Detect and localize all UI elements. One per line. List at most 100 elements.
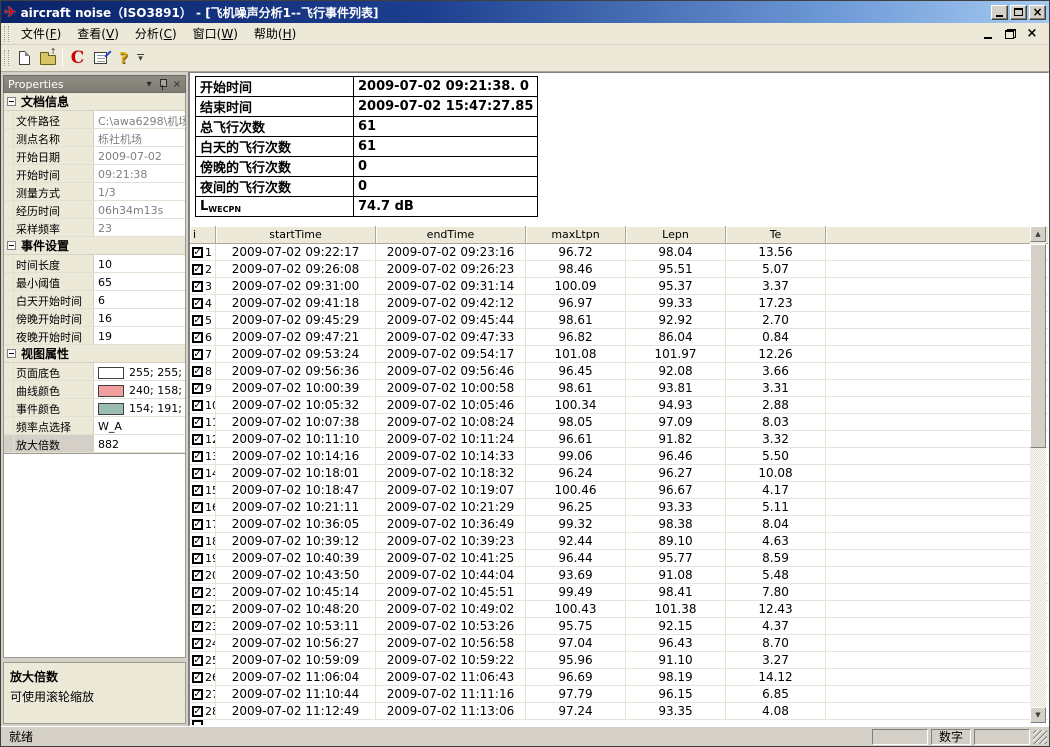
row-select-cell[interactable]: ✓13 bbox=[190, 448, 216, 464]
column-header-Lepn[interactable]: Lepn bbox=[626, 226, 726, 243]
table-row[interactable]: ✓222009-07-02 10:48:202009-07-02 10:49:0… bbox=[190, 601, 1048, 618]
panel-menu-button[interactable]: ▾ bbox=[147, 79, 152, 90]
checkbox-icon[interactable]: ✓ bbox=[192, 417, 203, 428]
properties-button[interactable] bbox=[89, 47, 112, 69]
open-file-button[interactable] bbox=[36, 47, 59, 69]
row-select-cell[interactable]: ✓21 bbox=[190, 584, 216, 600]
checkbox-icon[interactable]: ✓ bbox=[192, 247, 203, 258]
checkbox-icon[interactable]: ✓ bbox=[192, 434, 203, 445]
checkbox-icon[interactable]: ✓ bbox=[192, 298, 203, 309]
row-select-cell[interactable]: ✓17 bbox=[190, 516, 216, 532]
table-row[interactable]: ✓282009-07-02 11:12:492009-07-02 11:13:0… bbox=[190, 703, 1048, 720]
table-row[interactable]: ✓272009-07-02 11:10:442009-07-02 11:11:1… bbox=[190, 686, 1048, 703]
property-value[interactable]: 19 bbox=[94, 327, 185, 344]
column-header-filler[interactable] bbox=[826, 226, 1048, 243]
table-row[interactable]: ✓52009-07-02 09:45:292009-07-02 09:45:44… bbox=[190, 312, 1048, 329]
property-value[interactable]: 65 bbox=[94, 273, 185, 290]
collapse-icon[interactable] bbox=[7, 349, 16, 358]
row-select-cell[interactable]: ✓20 bbox=[190, 567, 216, 583]
row-select-cell[interactable]: ✓10 bbox=[190, 397, 216, 413]
column-header-Te[interactable]: Te bbox=[726, 226, 826, 243]
table-row[interactable]: ✓232009-07-02 10:53:112009-07-02 10:53:2… bbox=[190, 618, 1048, 635]
property-row[interactable]: 曲线颜色240; 158; 15 bbox=[4, 381, 185, 399]
checkbox-icon[interactable]: ✓ bbox=[192, 315, 203, 326]
row-select-cell[interactable]: ✓7 bbox=[190, 346, 216, 362]
property-value[interactable]: 16 bbox=[94, 309, 185, 326]
table-row[interactable]: ✓162009-07-02 10:21:112009-07-02 10:21:2… bbox=[190, 499, 1048, 516]
row-select-cell[interactable]: ✓2 bbox=[190, 261, 216, 277]
checkbox-icon[interactable]: ✓ bbox=[192, 706, 203, 717]
scrollbar-track[interactable] bbox=[1030, 448, 1046, 707]
row-select-cell[interactable]: ✓15 bbox=[190, 482, 216, 498]
checkbox-icon[interactable]: ✓ bbox=[192, 502, 203, 513]
property-value[interactable]: 6 bbox=[94, 291, 185, 308]
section-header-view-props[interactable]: 视图属性 bbox=[4, 345, 185, 363]
scroll-down-button[interactable]: ▼ bbox=[1030, 707, 1046, 723]
property-row[interactable]: 测量方式1/3 bbox=[4, 183, 185, 201]
row-select-cell[interactable]: ✓16 bbox=[190, 499, 216, 515]
table-row[interactable]: ✓82009-07-02 09:56:362009-07-02 09:56:46… bbox=[190, 363, 1048, 380]
table-row[interactable]: ✓62009-07-02 09:47:212009-07-02 09:47:33… bbox=[190, 329, 1048, 346]
menu-item-C[interactable]: 分析(C) bbox=[127, 22, 185, 45]
table-row[interactable]: ✓102009-07-02 10:05:322009-07-02 10:05:4… bbox=[190, 397, 1048, 414]
checkbox-icon[interactable]: ✓ bbox=[192, 468, 203, 479]
row-select-cell[interactable]: ✓9 bbox=[190, 380, 216, 396]
row-select-cell[interactable]: ✓11 bbox=[190, 414, 216, 430]
collapse-icon[interactable] bbox=[7, 97, 16, 106]
row-select-cell[interactable]: ✓4 bbox=[190, 295, 216, 311]
checkbox-icon[interactable]: ✓ bbox=[192, 400, 203, 411]
checkbox-icon[interactable]: ✓ bbox=[192, 383, 203, 394]
property-value[interactable]: 240; 158; 15 bbox=[94, 381, 185, 398]
table-row[interactable]: ✓202009-07-02 10:43:502009-07-02 10:44:0… bbox=[190, 567, 1048, 584]
checkbox-icon[interactable]: ✓ bbox=[192, 621, 203, 632]
property-row[interactable]: 白天开始时间6 bbox=[4, 291, 185, 309]
table-row[interactable]: ✓12009-07-02 09:22:172009-07-02 09:23:16… bbox=[190, 244, 1048, 261]
row-select-cell[interactable]: ✓24 bbox=[190, 635, 216, 651]
maximize-button[interactable] bbox=[1010, 5, 1027, 20]
table-row[interactable]: ✓112009-07-02 10:07:382009-07-02 10:08:2… bbox=[190, 414, 1048, 431]
checkbox-icon[interactable]: ✓ bbox=[192, 264, 203, 275]
table-row[interactable]: ✓142009-07-02 10:18:012009-07-02 10:18:3… bbox=[190, 465, 1048, 482]
checkbox-icon[interactable]: ✓ bbox=[192, 587, 203, 598]
table-row[interactable]: ✓122009-07-02 10:11:102009-07-02 10:11:2… bbox=[190, 431, 1048, 448]
row-select-cell[interactable]: ✓23 bbox=[190, 618, 216, 634]
row-select-cell[interactable]: ✓27 bbox=[190, 686, 216, 702]
checkbox-icon[interactable]: ✓ bbox=[192, 570, 203, 581]
menu-item-H[interactable]: 帮助(H) bbox=[246, 22, 304, 45]
table-row[interactable]: ✓42009-07-02 09:41:182009-07-02 09:42:12… bbox=[190, 295, 1048, 312]
checkbox-icon[interactable]: ✓ bbox=[192, 281, 203, 292]
column-header-maxLtpn[interactable]: maxLtpn bbox=[526, 226, 626, 243]
property-row[interactable]: 文件路径C:\awa6298\机场 bbox=[4, 111, 185, 129]
resize-grip-icon[interactable] bbox=[1033, 730, 1047, 744]
property-value[interactable]: 882 bbox=[94, 435, 185, 452]
column-header-i[interactable]: i bbox=[190, 226, 216, 243]
property-value[interactable]: 10 bbox=[94, 255, 185, 272]
property-row[interactable]: 夜晚开始时间19 bbox=[4, 327, 185, 345]
checkbox-icon[interactable]: ✓ bbox=[192, 349, 203, 360]
property-value[interactable]: W_A bbox=[94, 417, 185, 434]
table-row[interactable]: ✓262009-07-02 11:06:042009-07-02 11:06:4… bbox=[190, 669, 1048, 686]
menu-item-W[interactable]: 窗口(W) bbox=[185, 22, 246, 45]
scroll-up-button[interactable]: ▲ bbox=[1030, 226, 1046, 242]
vertical-scrollbar[interactable]: ▲ ▼ bbox=[1030, 226, 1046, 723]
checkbox-icon[interactable]: ✓ bbox=[192, 451, 203, 462]
checkbox-icon[interactable]: ✓ bbox=[192, 332, 203, 343]
help-button[interactable]: ? bbox=[112, 47, 135, 69]
property-row[interactable]: 放大倍数882 bbox=[4, 435, 185, 453]
property-row[interactable]: 最小阈值65 bbox=[4, 273, 185, 291]
row-select-cell[interactable]: ✓26 bbox=[190, 669, 216, 685]
table-row[interactable]: ✓72009-07-02 09:53:242009-07-02 09:54:17… bbox=[190, 346, 1048, 363]
column-header-endTime[interactable]: endTime bbox=[376, 226, 526, 243]
table-row[interactable]: ✓152009-07-02 10:18:472009-07-02 10:19:0… bbox=[190, 482, 1048, 499]
row-select-cell[interactable]: ✓25 bbox=[190, 652, 216, 668]
table-row[interactable]: ✓172009-07-02 10:36:052009-07-02 10:36:4… bbox=[190, 516, 1048, 533]
checkbox-icon[interactable]: ✓ bbox=[192, 536, 203, 547]
property-row[interactable]: 傍晚开始时间16 bbox=[4, 309, 185, 327]
new-document-button[interactable] bbox=[13, 47, 36, 69]
row-select-cell[interactable]: ✓6 bbox=[190, 329, 216, 345]
table-row[interactable]: ✓242009-07-02 10:56:272009-07-02 10:56:5… bbox=[190, 635, 1048, 652]
row-select-cell[interactable]: ✓18 bbox=[190, 533, 216, 549]
checkbox-icon[interactable]: ✓ bbox=[192, 366, 203, 377]
row-select-cell[interactable]: ✓1 bbox=[190, 244, 216, 260]
row-select-cell[interactable]: ✓22 bbox=[190, 601, 216, 617]
